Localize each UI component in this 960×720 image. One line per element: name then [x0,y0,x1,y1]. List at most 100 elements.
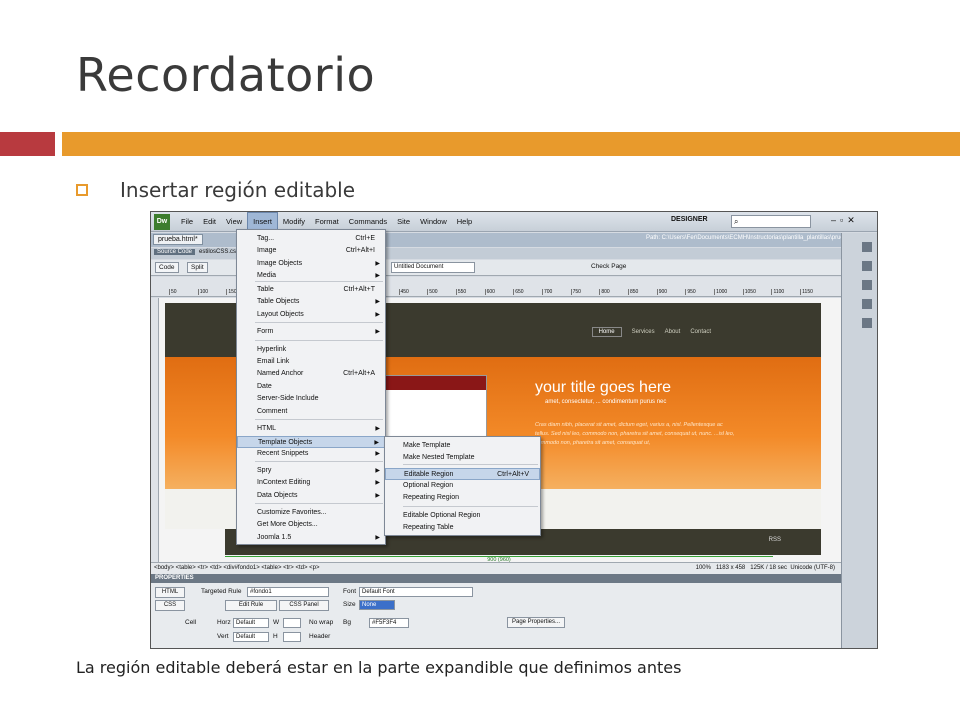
menu-item-data-objects[interactable]: Data Objects ▶ [237,490,385,502]
menu-item-hyperlink[interactable]: Hyperlink [237,344,385,356]
submenu-item-editable-optional-region[interactable]: Editable Optional Region [385,510,540,522]
menu-file[interactable]: File [176,212,198,232]
menu-item-image[interactable]: Image Ctrl+Alt+I [237,245,385,257]
submenu-item-optional-region[interactable]: Optional Region [385,480,540,492]
submenu-item-editable-region[interactable]: Editable Region Ctrl+Alt+V [385,468,540,480]
height-input[interactable] [283,632,301,642]
menu-item-email-link[interactable]: Email Link [237,356,385,368]
submenu-item-label: Editable Region [404,471,454,478]
check-page-button[interactable]: Check Page [591,263,626,270]
zoom-level[interactable]: 100% [696,565,711,571]
menu-item-table[interactable]: Table Ctrl+Alt+T [237,284,385,296]
targeted-rule-select[interactable]: #fondo1 [247,587,329,597]
menu-item-joomla-1-5[interactable]: Joomla 1.5 ▶ [237,532,385,544]
menu-item-media[interactable]: Media ▶ [237,270,385,282]
horz-select[interactable]: Default [233,618,269,628]
menu-item-comment[interactable]: Comment [237,406,385,418]
width-input[interactable] [283,618,301,628]
submenu-arrow-icon: ▶ [375,299,380,305]
menu-item-label: Layout Objects [257,311,304,318]
menu-item-server-side-include[interactable]: Server-Side Include [237,393,385,405]
menu-item-html[interactable]: HTML ▶ [237,423,385,435]
menu-item-date[interactable]: Date [237,381,385,393]
menu-item-label: Named Anchor [257,370,304,377]
properties-header[interactable]: PROPERTIES [151,574,841,583]
submenu-item-repeating-region[interactable]: Repeating Region [385,492,540,504]
menu-help[interactable]: Help [452,212,477,232]
slide-caption: La región editable deberá estar en la pa… [76,658,682,677]
bg-color-input[interactable]: #F5F3F4 [369,618,409,628]
vertical-ruler [151,298,159,572]
panel-icon[interactable] [862,299,872,309]
code-view-button[interactable]: Code [155,262,179,273]
window-size[interactable]: 1183 x 458 [716,565,745,571]
submenu-item-make-nested-template[interactable]: Make Nested Template [385,452,540,464]
menu-item-tag[interactable]: Tag... Ctrl+E [237,233,385,245]
edit-rule-button[interactable]: Edit Rule [225,600,277,611]
tag-selector[interactable]: <body> <table> <tr> <td> <div#fondo1> <t… [154,565,319,571]
panel-icon[interactable] [862,280,872,290]
workspace-switcher[interactable]: DESIGNER [671,216,708,223]
submenu-arrow-icon: ▶ [375,451,380,457]
hero-text: Cras diam nibh, placerat sit amet, dictu… [535,422,735,446]
window-controls[interactable]: –▫✕ [831,215,859,226]
menu-item-customize-favorites[interactable]: Customize Favorites... [237,507,385,519]
related-file[interactable]: estilosCSS.css [199,249,239,255]
menu-item-get-more-objects[interactable]: Get More Objects... [237,519,385,531]
shortcut-label: Ctrl+Alt+A [343,370,375,377]
font-select[interactable]: Default Font [359,587,473,597]
site-nav-services[interactable]: Services [632,329,655,337]
panel-icon[interactable] [862,261,872,271]
search-input[interactable]: ⌕ [731,215,811,228]
menu-site[interactable]: Site [392,212,415,232]
height-label: H [273,633,278,640]
panel-icon[interactable] [862,242,872,252]
submenu-item-make-template[interactable]: Make Template [385,440,540,452]
status-info: 100% 1183 x 458 125K / 18 sec Unicode (U… [696,563,835,574]
menu-item-form[interactable]: Form ▶ [237,326,385,338]
vert-label: Vert [217,633,229,640]
source-code-button[interactable]: Source Code [154,249,196,255]
menu-item-spry[interactable]: Spry ▶ [237,465,385,477]
menu-item-table-objects[interactable]: Table Objects ▶ [237,296,385,308]
html-mode-button[interactable]: HTML [155,587,185,598]
ruler-tick: 950 [685,289,714,295]
ruler-tick: 500 [427,289,456,295]
right-panel-dock [841,233,877,648]
menu-edit[interactable]: Edit [198,212,221,232]
site-nav-about[interactable]: About [665,329,681,337]
menu-item-label: Hyperlink [257,346,287,353]
status-bar: <body> <table> <tr> <td> <div#fondo1> <t… [151,562,841,574]
rss-link[interactable]: RSS [769,537,781,543]
menu-item-named-anchor[interactable]: Named Anchor Ctrl+Alt+A [237,368,385,380]
menu-item-template-objects[interactable]: Template Objects ▶ [237,436,385,448]
size-select[interactable]: None [359,600,395,610]
document-title-input[interactable]: Untitled Document [391,262,475,273]
panel-icon[interactable] [862,318,872,328]
slide-title: Recordatorio [76,48,376,102]
square-bullet-icon [76,184,88,196]
menu-item-incontext-editing[interactable]: InContext Editing ▶ [237,477,385,489]
menu-item-label: Image Objects [257,260,303,267]
menu-window[interactable]: Window [415,212,452,232]
vert-select[interactable]: Default [233,632,269,642]
site-nav-home[interactable]: Home [591,327,622,337]
split-view-button[interactable]: Split [187,262,208,273]
accent-bar-orange [62,132,960,156]
menu-separator [403,506,538,507]
document-tab[interactable]: prueba.html* [153,234,203,245]
submenu-item-label: Make Nested Template [403,454,475,461]
menu-item-layout-objects[interactable]: Layout Objects ▶ [237,309,385,321]
css-mode-button[interactable]: CSS [155,600,185,611]
horz-label: Horz [217,619,231,626]
css-panel-button[interactable]: CSS Panel [279,600,329,611]
menu-item-recent-snippets[interactable]: Recent Snippets ▶ [237,448,385,460]
page-properties-button[interactable]: Page Properties... [507,617,565,628]
submenu-arrow-icon: ▶ [375,329,380,335]
menu-item-label: HTML [257,425,277,432]
ruler-tick: 600 [484,289,514,295]
menu-item-image-objects[interactable]: Image Objects ▶ [237,258,385,270]
site-nav-contact[interactable]: Contact [690,329,711,337]
menu-item-label: Spry [257,467,272,474]
submenu-item-repeating-table[interactable]: Repeating Table [385,522,540,534]
